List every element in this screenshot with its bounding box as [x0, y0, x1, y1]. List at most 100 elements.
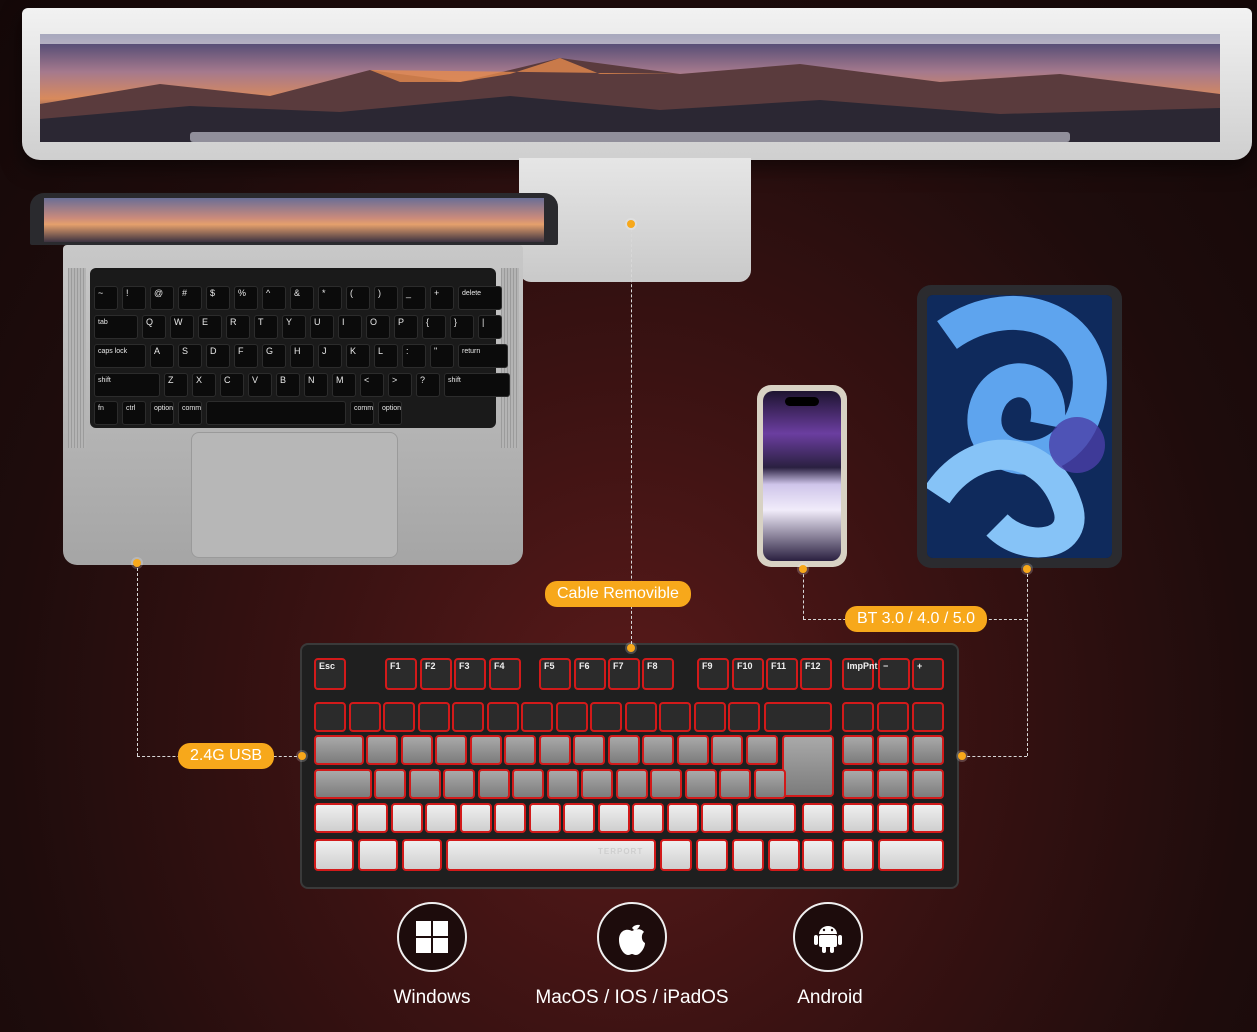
laptop-key: )	[374, 286, 398, 310]
keyboard-key	[452, 702, 484, 732]
laptop-key: E	[198, 315, 222, 339]
laptop-keyboard: ~! @ # $% ^ & *() _ + delete tab Q W E R T Y U I O P{} | caps …	[90, 268, 510, 428]
laptop-key: delete	[458, 286, 502, 310]
keyboard-key	[701, 803, 733, 833]
laptop-key: @	[150, 286, 174, 310]
keyboard-key	[728, 702, 760, 732]
keyboard-key	[590, 702, 622, 732]
keyboard-key	[521, 702, 553, 732]
keyboard-key	[504, 735, 536, 765]
laptop-key: B	[276, 373, 300, 397]
dynamic-island	[785, 397, 819, 406]
keyboard-key: F10	[732, 658, 764, 690]
product-scene: ~! @ # $% ^ & *() _ + delete tab Q W E R T Y U I O P{} | caps …	[0, 0, 1257, 1032]
keyboard-key	[314, 839, 354, 871]
laptop-key: &	[290, 286, 314, 310]
keyboard-key: F8	[642, 658, 674, 690]
keyboard-key	[764, 702, 832, 732]
phone-connector-dot	[799, 565, 807, 573]
keyboard-key	[753, 769, 786, 799]
laptop-key: return	[458, 344, 508, 368]
laptop-key: K	[346, 344, 370, 368]
smartphone-screen	[763, 391, 841, 561]
keyboard-key	[912, 769, 944, 799]
laptop-key: M	[332, 373, 356, 397]
keyboard-key	[842, 735, 874, 765]
keyboard-key	[877, 702, 909, 732]
keyboard-key	[581, 769, 613, 799]
keyboard-key	[402, 839, 442, 871]
keyboard-key: F11	[766, 658, 798, 690]
laptop-key: F	[234, 344, 258, 368]
laptop-key-grid: ~! @ # $% ^ & *() _ + delete tab Q W E R T Y U I O P{} | caps …	[90, 268, 510, 428]
laptop-key: "	[430, 344, 454, 368]
laptop-key: G	[262, 344, 286, 368]
laptop-key: D	[206, 344, 230, 368]
mechanical-keyboard: Esc F1 F2 F3 F4 F5 F6 F7 F8 F9 F10 F11 F12 ImpPnt − + T…	[302, 645, 957, 887]
keyboard-key	[607, 735, 640, 765]
monitor-menubar	[40, 34, 1220, 44]
laptop-key: #	[178, 286, 202, 310]
keyboard-key	[659, 702, 691, 732]
keyboard-key	[356, 803, 388, 833]
keyboard-key	[711, 735, 743, 765]
keyboard-key	[912, 702, 944, 732]
laptop-key: Y	[282, 315, 306, 339]
keyboard-key	[597, 803, 630, 833]
speaker-grille-left	[68, 268, 86, 448]
monitor-screen	[40, 34, 1220, 142]
laptop-key: caps lock	[94, 344, 146, 368]
keyboard-key	[842, 839, 874, 871]
laptop-key: >	[388, 373, 412, 397]
laptop-key: A	[150, 344, 174, 368]
keyboard-key	[877, 803, 909, 833]
keyboard-key	[314, 702, 346, 732]
keyboard-key	[745, 735, 778, 765]
laptop-key: C	[220, 373, 244, 397]
laptop-key: H	[290, 344, 314, 368]
tablet-wallpaper	[927, 295, 1112, 558]
keyboard-key: F9	[697, 658, 729, 690]
laptop-key: shift	[94, 373, 160, 397]
keyboard-key	[802, 839, 834, 871]
laptop-key: ctrl	[122, 401, 146, 425]
keyboard-key	[314, 769, 372, 799]
laptop-key: N	[304, 373, 328, 397]
laptop-key: <	[360, 373, 384, 397]
keyboard-key	[348, 702, 381, 732]
laptop-key: +	[430, 286, 454, 310]
android-icon	[793, 902, 863, 972]
keyboard-key: Esc	[314, 658, 346, 690]
laptop-key: option	[150, 401, 174, 425]
laptop-key: ~	[94, 286, 118, 310]
laptop-key: U	[310, 315, 334, 339]
keyboard-key	[477, 769, 510, 799]
keyboard-key: F6	[574, 658, 606, 690]
keyboard-key	[802, 803, 834, 833]
tablet-connector-dot	[1023, 565, 1031, 573]
keyboard-key	[878, 839, 944, 871]
laptop-key: _	[402, 286, 426, 310]
keyboard-key	[390, 803, 423, 833]
keyboard-key	[486, 702, 519, 732]
bt-tablet-line	[1027, 569, 1028, 756]
keyboard-key	[642, 735, 674, 765]
keyboard-cable-dot	[627, 644, 635, 652]
keyboard-key	[374, 769, 406, 799]
keyboard-key	[696, 839, 728, 871]
keyboard-key	[632, 803, 664, 833]
monitor-connector-dot	[627, 220, 635, 228]
laptop-key: *	[318, 286, 342, 310]
laptop-key: (	[346, 286, 370, 310]
laptop-key: }	[450, 315, 474, 339]
laptop-screen	[44, 198, 544, 242]
keyboard-key	[417, 702, 450, 732]
keyboard-key	[732, 839, 764, 871]
keyboard-key	[877, 769, 909, 799]
keyboard-key: −	[878, 658, 910, 690]
keyboard-key	[366, 735, 398, 765]
keyboard-key	[459, 803, 492, 833]
keyboard-usb-dot	[298, 752, 306, 760]
keyboard-key	[400, 735, 433, 765]
keyboard-key	[383, 702, 415, 732]
